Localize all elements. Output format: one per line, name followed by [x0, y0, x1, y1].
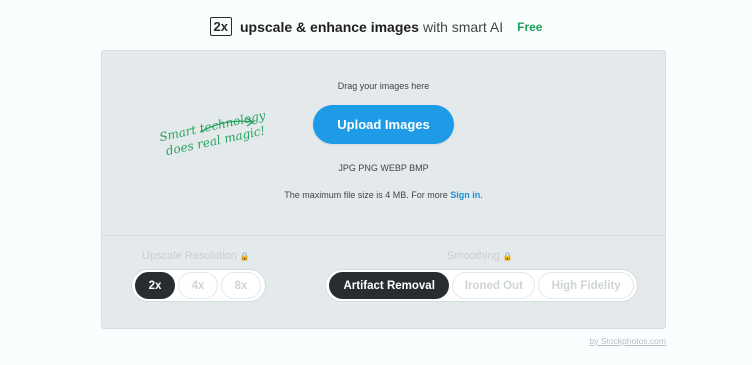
lock-icon: 🔒: [239, 252, 250, 261]
resolution-8x-option[interactable]: 8x: [221, 272, 261, 299]
resolution-selector: 2x 4x 8x: [131, 269, 266, 302]
page-title: upscale & enhance images: [240, 18, 419, 35]
upload-panel[interactable]: Drag your images here Upload Images Smar…: [101, 50, 666, 329]
upscale-resolution-label: Upscale Resolution 🔒: [142, 250, 250, 262]
lock-icon: 🔒: [502, 252, 513, 261]
max-size-suffix: .: [480, 190, 483, 200]
page-subtitle: with smart AI: [422, 18, 504, 35]
free-badge: Free: [517, 19, 543, 34]
arrow-icon: [199, 117, 255, 133]
smoothing-selector: Artifact Removal Ironed Out High Fidelit…: [325, 269, 638, 302]
2x-badge: 2x: [209, 17, 232, 36]
max-size-text: The maximum file size is 4 MB. For more: [284, 190, 448, 200]
smoothing-high-fidelity-option[interactable]: High Fidelity: [538, 272, 634, 299]
resolution-2x-option[interactable]: 2x: [135, 272, 175, 299]
header: 2x upscale & enhance images with smart A…: [0, 17, 752, 36]
smoothing-label: Smoothing 🔒: [447, 250, 513, 262]
smoothing-ironed-out-option[interactable]: Ironed Out: [452, 272, 536, 299]
smoothing-text: Smoothing: [447, 250, 500, 262]
divider: [102, 235, 665, 236]
upscale-resolution-text: Upscale Resolution: [142, 250, 237, 262]
smoothing-artifact-removal-option[interactable]: Artifact Removal: [329, 272, 450, 299]
resolution-4x-option[interactable]: 4x: [178, 272, 218, 299]
max-size-note: The maximum file size is 4 MB. For more …: [102, 190, 665, 200]
drag-hint: Drag your images here: [337, 81, 430, 91]
stockphotos-credit-link[interactable]: by Stockphotos.com: [589, 336, 666, 346]
supported-formats: JPG PNG WEBP BMP: [338, 163, 429, 173]
upload-images-button[interactable]: Upload Images: [313, 105, 454, 144]
sign-in-link[interactable]: Sign in: [450, 190, 480, 200]
